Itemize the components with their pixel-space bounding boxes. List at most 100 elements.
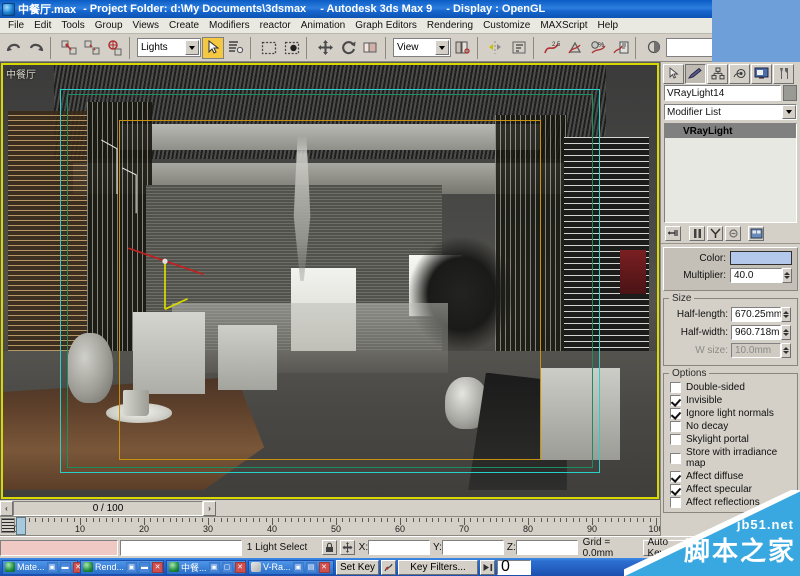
menu-help[interactable]: Help [593,19,624,32]
light-color-swatch[interactable] [730,251,792,265]
viewport-panel[interactable]: 中餐厅 [0,62,660,500]
close-icon[interactable]: ✕ [152,562,163,573]
option-store-with-irradiance-map[interactable]: Store with irradiance map [670,447,793,469]
hierarchy-tab[interactable] [707,64,728,84]
minimize-icon[interactable]: ▤ [306,562,317,573]
key-filters-button[interactable]: Key Filters... [398,560,478,575]
curve-editor-icon[interactable]: 2.5 [541,37,563,59]
redo-icon[interactable] [25,37,47,59]
multiplier-input[interactable]: 40.0 [730,268,782,283]
checkbox-icon[interactable] [670,421,681,432]
taskbar-item-render-setup[interactable]: Rend... ▣ ▬ ✕ [80,560,164,575]
viewport-scene[interactable] [1,63,659,499]
half-length-input[interactable]: 670.25mm [731,307,781,322]
rectangular-selection-region-icon[interactable] [258,37,280,59]
go-to-start-icon[interactable] [770,540,785,555]
configure-modifier-sets-icon[interactable] [748,226,764,241]
align-icon[interactable] [508,37,530,59]
menu-customize[interactable]: Customize [478,19,535,32]
viewport-label[interactable]: 中餐厅 [6,66,36,81]
mirror-icon[interactable] [485,37,507,59]
restore-icon[interactable]: ▣ [126,562,137,573]
object-color-swatch[interactable] [783,85,797,101]
material-editor-icon[interactable]: % [587,37,609,59]
maxscript-listener-field[interactable] [0,540,118,556]
menu-graph-editors[interactable]: Graph Editors [350,19,422,32]
key-frame-input[interactable]: 0 [497,560,531,575]
menu-group[interactable]: Group [90,19,128,32]
menu-modifiers[interactable]: Modifiers [204,19,255,32]
multiplier-spinner[interactable] [782,268,792,283]
render-production-icon[interactable] [643,37,665,59]
bind-to-space-warp-icon[interactable] [104,37,126,59]
taskbar-item-vray-frame-buffer[interactable]: V-Ra... ▣ ▤ ✕ [248,560,334,575]
remove-modifier-icon[interactable] [725,226,741,241]
display-tab[interactable] [751,64,772,84]
current-frame-display[interactable]: 0 / 100 [13,501,203,516]
half-width-spinner[interactable] [781,325,791,340]
minimize-icon[interactable]: ▬ [60,562,71,573]
checkbox-icon[interactable] [670,484,681,495]
menu-reactor[interactable]: reactor [255,19,296,32]
chevron-down-icon[interactable] [750,540,764,555]
select-and-scale-icon[interactable] [360,37,382,59]
timeline-ruler[interactable]: 0102030405060708090100 [0,517,660,536]
chevron-down-icon[interactable] [435,40,449,55]
undo-icon[interactable] [2,37,24,59]
select-by-name-icon[interactable] [225,37,247,59]
set-key-button[interactable]: Set Key [336,560,379,575]
chevron-down-icon[interactable] [782,105,796,119]
checkbox-icon[interactable] [670,434,681,445]
menu-views[interactable]: Views [128,19,165,32]
show-end-result-icon[interactable] [689,226,705,241]
selection-filter-combo[interactable]: Lights [137,38,201,57]
absolute-relative-transform-icon[interactable] [340,540,355,555]
half-width-input[interactable]: 960.718m [731,325,781,340]
option-no-decay[interactable]: No decay [670,421,793,432]
select-and-move-icon[interactable] [314,37,336,59]
checkbox-icon[interactable] [670,408,681,419]
option-affect-specular[interactable]: Affect specular [670,484,793,495]
menu-create[interactable]: Create [164,19,204,32]
taskbar-item-max-scene[interactable]: 中餐... ▣ ▢ ✕ [166,560,246,575]
modifier-list-combo[interactable]: Modifier List [664,104,797,120]
half-length-spinner[interactable] [781,307,791,322]
object-name-input[interactable]: VRayLight14 [664,85,781,101]
modifier-stack[interactable]: VRayLight [664,123,797,223]
next-frame-arrow-icon[interactable]: › [203,501,216,516]
utilities-tab[interactable] [773,64,794,84]
previous-frame-icon[interactable] [785,540,800,555]
unlink-selection-icon[interactable] [81,37,103,59]
restore-icon[interactable]: ▣ [47,562,58,573]
use-pivot-point-center-icon[interactable] [452,37,474,59]
checkbox-icon[interactable] [670,395,681,406]
minimize-icon[interactable]: ▬ [139,562,150,573]
schematic-view-icon[interactable] [564,37,586,59]
auto-key-button[interactable]: Auto Key [643,540,692,556]
menu-tools[interactable]: Tools [56,19,89,32]
y-coordinate-input[interactable] [442,540,504,555]
selection-level-combo[interactable]: Selected [694,540,766,556]
option-ignore-light-normals[interactable]: Ignore light normals [670,408,793,419]
checkbox-icon[interactable] [670,382,681,393]
option-skylight-portal[interactable]: Skylight portal [670,434,793,445]
taskbar-item-material-editor[interactable]: Mate... ▣ ▬ ✕ [2,560,78,575]
key-mode-icon[interactable] [381,560,396,575]
close-icon[interactable]: ✕ [319,562,330,573]
create-tab[interactable] [663,64,684,84]
menu-edit[interactable]: Edit [29,19,56,32]
checkbox-icon[interactable] [670,453,681,464]
option-double-sided[interactable]: Double-sided [670,382,793,393]
select-and-rotate-icon[interactable] [337,37,359,59]
chevron-down-icon[interactable] [185,40,199,55]
option-invisible[interactable]: Invisible [670,395,793,406]
maximize-icon[interactable]: ▢ [222,562,233,573]
reference-coordinate-system-combo[interactable]: View [393,38,451,57]
modifier-stack-item-vraylight[interactable]: VRayLight [665,124,796,138]
x-coordinate-input[interactable] [368,540,430,555]
menu-rendering[interactable]: Rendering [422,19,478,32]
menu-file[interactable]: File [3,19,29,32]
go-to-end-icon[interactable] [480,560,495,575]
previous-frame-arrow-icon[interactable]: ‹ [0,501,13,516]
checkbox-icon[interactable] [670,497,681,508]
